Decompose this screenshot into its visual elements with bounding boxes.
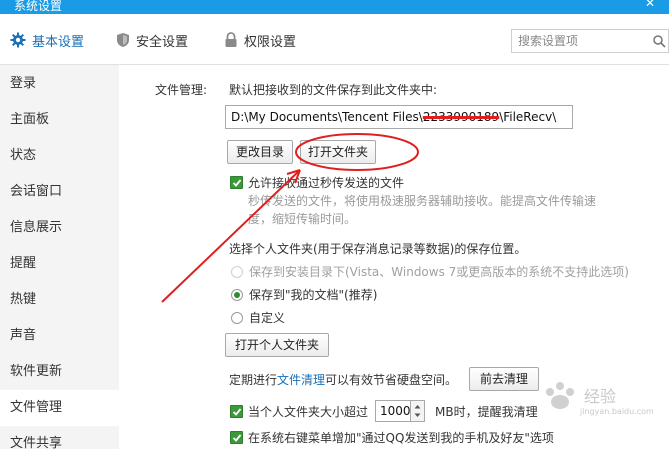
option-my-documents-label: 保存到"我的文档"(推荐) — [249, 288, 378, 302]
sidebar-item-info-display[interactable]: 信息展示 — [0, 210, 119, 246]
sidebar-item-hotkeys[interactable]: 热键 — [0, 282, 119, 318]
search-input[interactable] — [512, 30, 654, 52]
lock-icon — [225, 32, 237, 47]
baidu-jingyan-watermark: 经验 jingyan.baidu.com — [546, 382, 654, 416]
sidebar: 登录 主面板 状态 会话窗口 信息展示 提醒 热键 声音 软件更新 文件管理 文… — [0, 65, 119, 451]
title-bar: 系统设置 ✕ — [0, 0, 669, 14]
tab-basic-settings[interactable]: 基本设置 — [10, 28, 84, 52]
search-box — [511, 29, 669, 53]
close-icon[interactable]: ✕ — [645, 0, 655, 10]
shield-icon — [117, 33, 129, 47]
section-label: 文件管理: — [155, 83, 208, 97]
spinner-down-icon[interactable] — [414, 413, 421, 418]
cleanup-suffix: 可以有效节省硬盘空间。 — [325, 373, 458, 387]
open-personal-folder-button[interactable]: 打开个人文件夹 — [225, 333, 329, 357]
option-custom-label: 自定义 — [249, 311, 286, 325]
size-limit-spinner[interactable] — [411, 400, 425, 422]
file-cleanup-link[interactable]: 文件清理 — [277, 373, 325, 387]
size-limit-prefix: 当个人文件夹大小超过 — [248, 405, 369, 419]
gear-icon — [10, 32, 26, 48]
tab-bar: 基本设置 安全设置 权限设置 — [0, 14, 669, 65]
svg-text:jingyan.baidu.com: jingyan.baidu.com — [579, 407, 654, 416]
allow-fast-transfer-checkbox[interactable] — [230, 176, 243, 189]
tab-label: 基本设置 — [32, 34, 85, 50]
sidebar-item-main-panel[interactable]: 主面板 — [0, 102, 119, 138]
fast-transfer-description-line1: 秒传发送的文件，将使用极速服务器辅助接收。能提高文件传输速 — [248, 194, 597, 208]
tab-label: 权限设置 — [244, 34, 297, 50]
cleanup-text: 定期进行文件清理可以有效节省硬盘空间。 — [229, 371, 457, 388]
search-icon[interactable] — [652, 34, 666, 48]
window-title: 系统设置 — [14, 0, 63, 13]
tab-permission-settings[interactable]: 权限设置 — [224, 28, 296, 52]
sidebar-item-login[interactable]: 登录 — [0, 66, 119, 102]
path-prefix: D:\My Documents\Tencent Files\ — [231, 110, 423, 124]
personal-folder-title: 选择个人文件夹(用于保存消息记录等数据)的保存位置。 — [229, 242, 527, 256]
path-suffix: \FileRecv\ — [499, 110, 557, 124]
tab-label: 安全设置 — [136, 34, 189, 50]
option-my-documents-radio[interactable] — [231, 289, 243, 301]
context-menu-label: 在系统右键菜单增加"通过QQ发送到我的手机及好友"选项 — [248, 431, 554, 445]
tab-security-settings[interactable]: 安全设置 — [116, 28, 188, 52]
size-limit-input[interactable]: 1000 — [375, 400, 411, 422]
save-path-field[interactable]: D:\My Documents\Tencent Files\2233990189… — [225, 105, 573, 129]
sidebar-item-file-management[interactable]: 文件管理 — [0, 390, 119, 426]
path-hidden-account: 2233990189 — [422, 110, 500, 124]
option-install-dir-radio — [231, 266, 243, 278]
save-location-description: 默认把接收到的文件保存到此文件夹中: — [229, 83, 438, 97]
open-folder-button[interactable]: 打开文件夹 — [300, 140, 376, 164]
size-limit-suffix: MB时，提醒我清理 — [435, 405, 538, 419]
context-menu-checkbox[interactable] — [230, 431, 243, 444]
sidebar-item-chat-window[interactable]: 会话窗口 — [0, 174, 119, 210]
change-directory-button[interactable]: 更改目录 — [227, 140, 293, 164]
option-custom-radio[interactable] — [231, 312, 243, 324]
option-install-dir-label: 保存到安装目录下(Vista、Windows 7或更高版本的系统不支持此选项) — [249, 265, 629, 279]
fast-transfer-description-line2: 度，缩短传输时间。 — [248, 212, 357, 226]
sidebar-item-software-update[interactable]: 软件更新 — [0, 354, 119, 390]
go-cleanup-button[interactable]: 前去清理 — [469, 367, 539, 391]
size-limit-checkbox[interactable] — [230, 405, 243, 418]
sidebar-item-sound[interactable]: 声音 — [0, 318, 119, 354]
sidebar-item-reminders[interactable]: 提醒 — [0, 246, 119, 282]
cleanup-prefix: 定期进行 — [229, 373, 278, 387]
allow-fast-transfer-label: 允许接收通过秒传发送的文件 — [248, 176, 405, 190]
sidebar-item-file-sharing[interactable]: 文件共享 — [0, 426, 119, 462]
svg-text:经验: 经验 — [584, 387, 616, 406]
sidebar-item-status[interactable]: 状态 — [0, 138, 119, 174]
spinner-up-icon[interactable] — [414, 404, 421, 409]
